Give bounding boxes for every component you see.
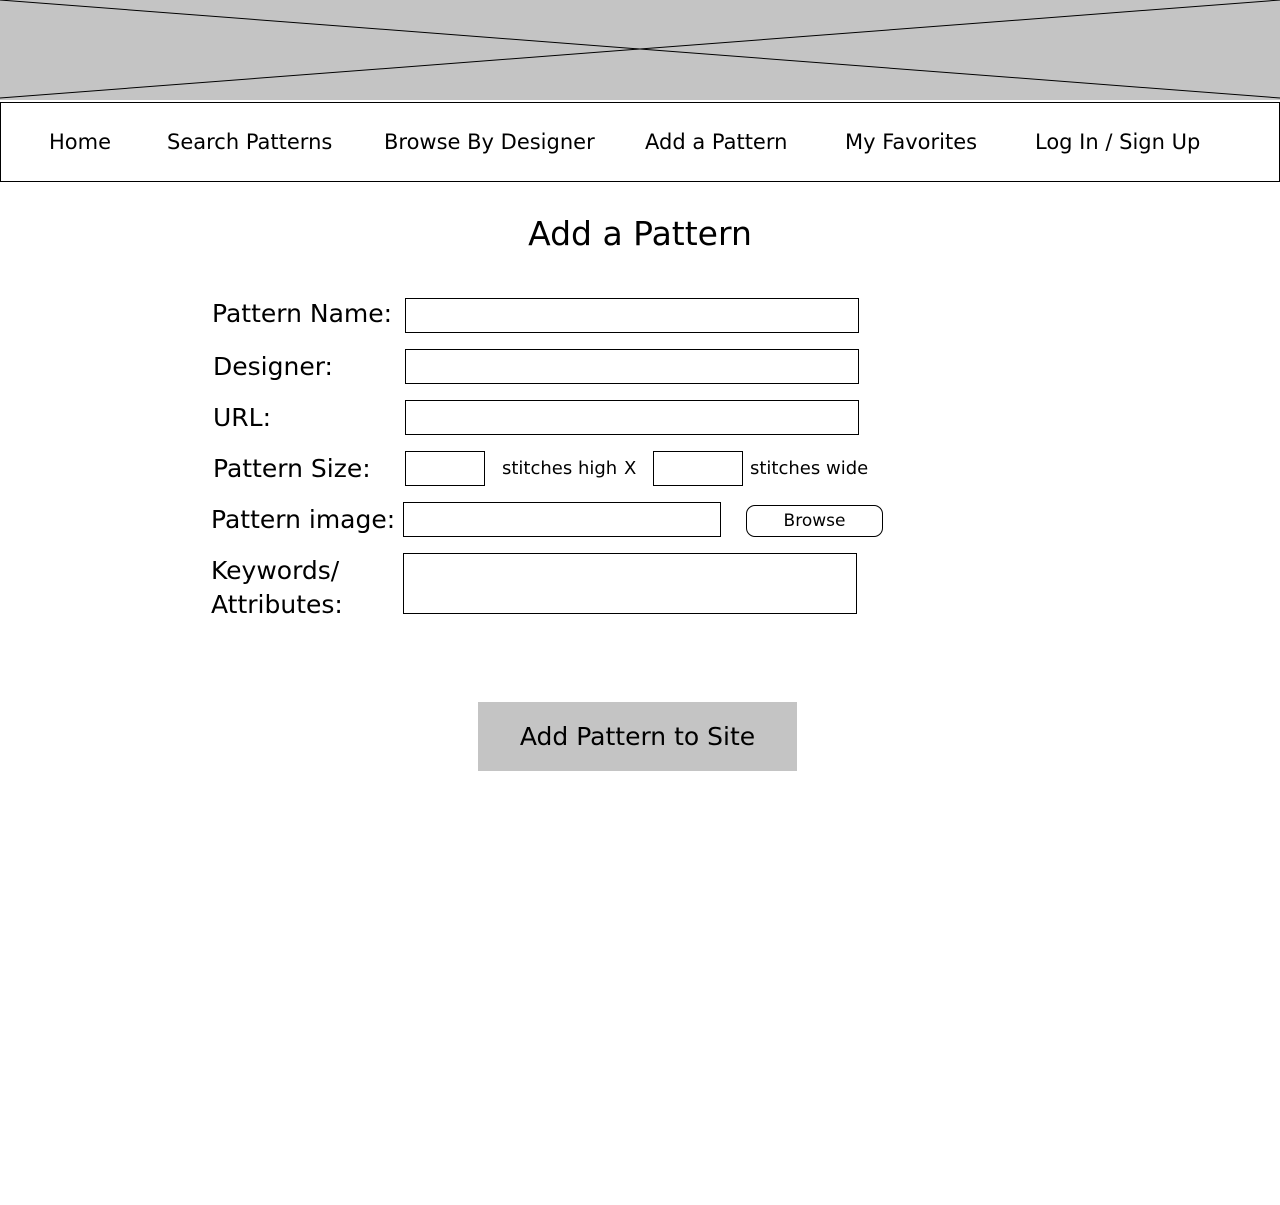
banner-image-placeholder (0, 0, 1280, 100)
nav-item-my-favorites[interactable]: My Favorites (845, 128, 977, 156)
url-input[interactable] (405, 400, 859, 435)
keywords-textarea[interactable] (403, 553, 857, 614)
attributes-label: Attributes: (211, 590, 343, 619)
page-title: Add a Pattern (528, 214, 752, 253)
add-pattern-button[interactable]: Add Pattern to Site (478, 702, 797, 771)
nav-item-add-a-pattern[interactable]: Add a Pattern (645, 128, 787, 156)
browse-button[interactable]: Browse (746, 505, 883, 537)
designer-input[interactable] (405, 349, 859, 384)
pattern-name-input[interactable] (405, 298, 859, 333)
designer-label: Designer: (213, 352, 333, 381)
pattern-size-label: Pattern Size: (213, 454, 371, 483)
pattern-image-label: Pattern image: (211, 505, 396, 534)
stitches-wide-input[interactable] (653, 451, 743, 486)
times-symbol: X (624, 458, 637, 479)
url-label: URL: (213, 403, 272, 432)
stitches-high-input[interactable] (405, 451, 485, 486)
nav-item-search-patterns[interactable]: Search Patterns (167, 128, 332, 156)
nav-item-home[interactable]: Home (49, 128, 111, 156)
nav-item-browse-by-designer[interactable]: Browse By Designer (384, 128, 595, 156)
image-placeholder-icon (0, 0, 1280, 99)
stitches-wide-text: stitches wide (750, 458, 869, 479)
nav-item-login-signup[interactable]: Log In / Sign Up (1035, 128, 1200, 156)
stitches-high-text: stitches high (502, 458, 618, 479)
main-nav: Home Search Patterns Browse By Designer … (0, 102, 1280, 182)
pattern-name-label: Pattern Name: (212, 299, 393, 328)
keywords-label: Keywords/ (211, 556, 340, 585)
pattern-image-input[interactable] (403, 502, 721, 537)
